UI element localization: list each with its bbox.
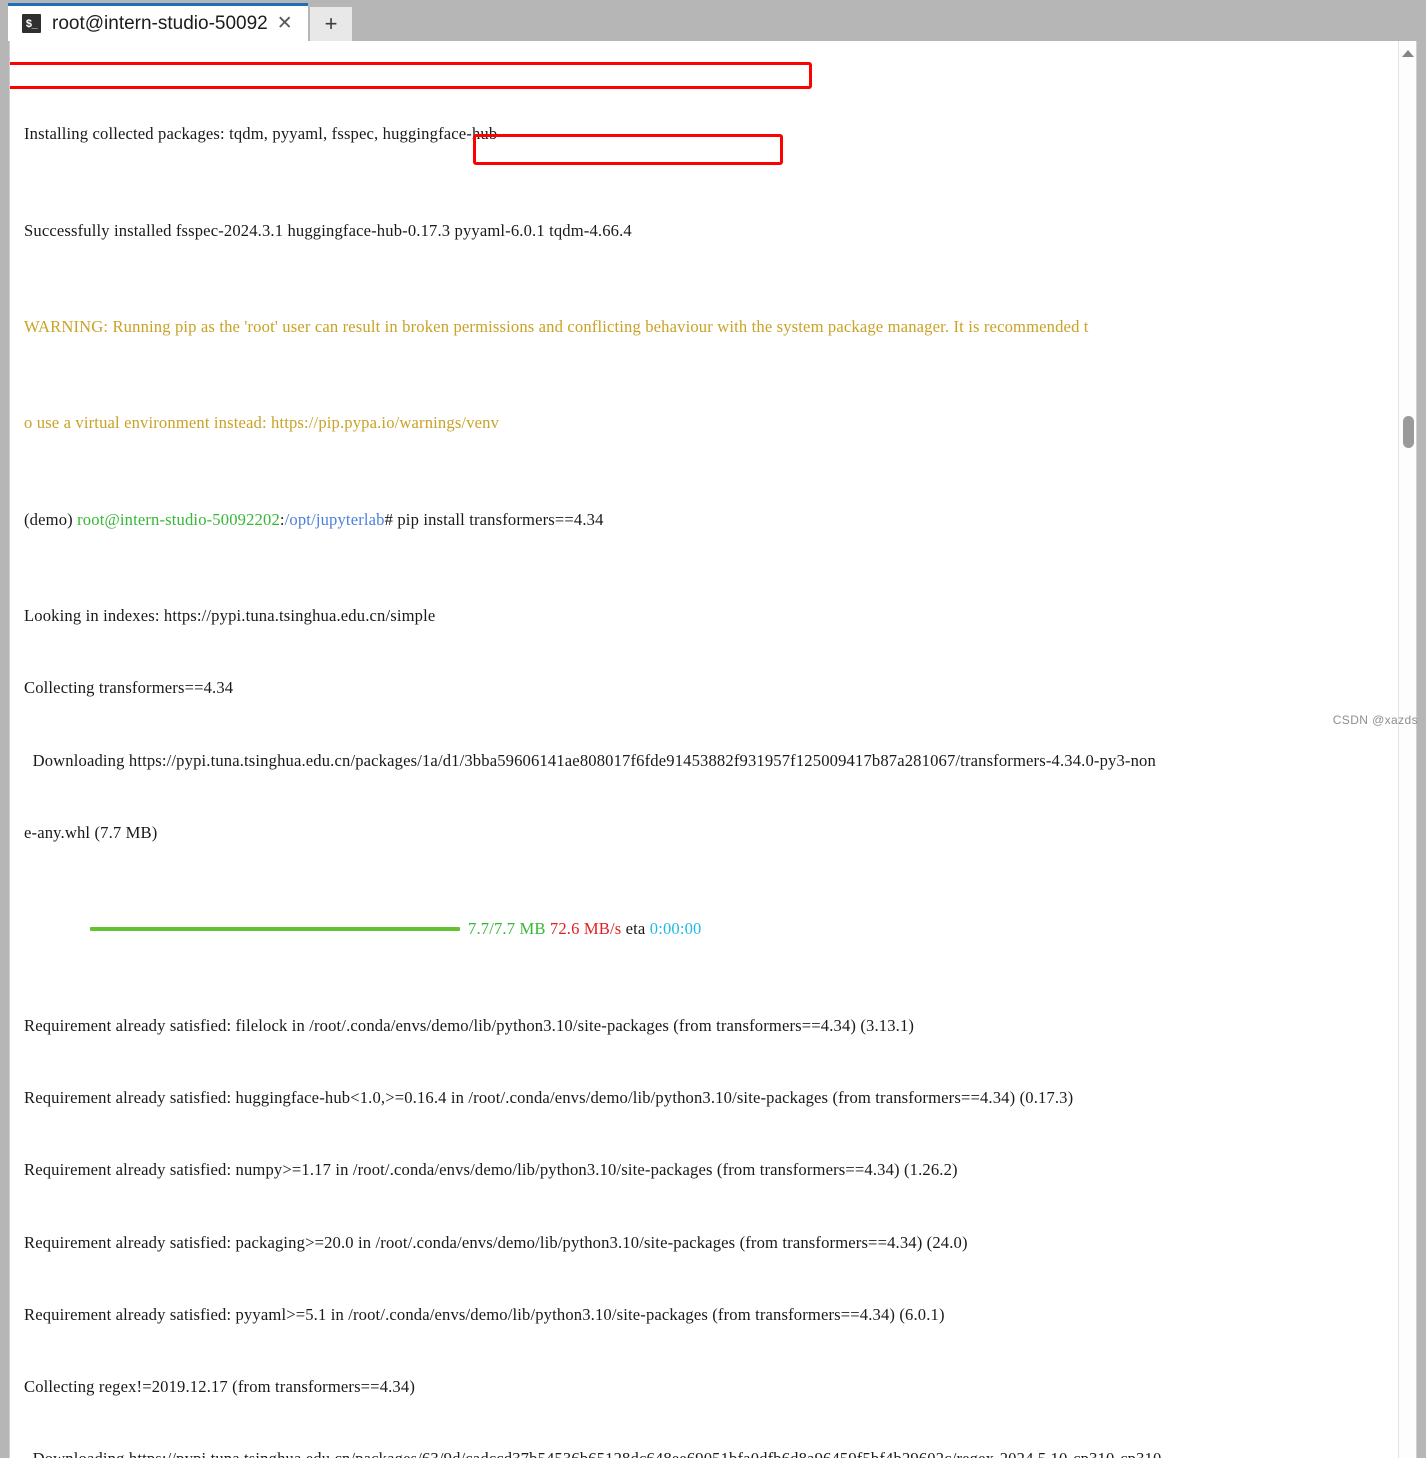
scrollbar-thumb[interactable] [1403, 416, 1414, 448]
progress-bar [90, 927, 460, 932]
progress-eta-label: eta [625, 919, 646, 939]
terminal-line: Looking in indexes: https://pypi.tuna.ts… [24, 606, 436, 626]
terminal-line-success: Successfully installed fsspec-2024.3.1 h… [24, 220, 632, 240]
terminal-line: Downloading https://pypi.tuna.tsinghua.e… [24, 1447, 1398, 1458]
prompt-command: pip install transformers==4.34 [393, 509, 604, 529]
terminal-line: Downloading https://pypi.tuna.tsinghua.e… [24, 750, 1156, 770]
prompt-path: /opt/jupyterlab [284, 509, 385, 529]
progress-size: 7.7/7.7 MB [468, 919, 546, 939]
annotation-box-successfully-installed [10, 62, 812, 89]
terminal-line: Installing collected packages: tqdm, pyy… [24, 124, 498, 144]
terminal-output[interactable]: Installing collected packages: tqdm, pyy… [10, 41, 1398, 1458]
terminal-line: e-any.whl (7.7 MB) [24, 823, 158, 842]
tab-bar: $_ root@intern-studio-50092 ✕ + [0, 0, 1426, 41]
close-icon[interactable]: ✕ [277, 14, 293, 33]
terminal-line: Requirement already satisfied: filelock … [24, 1015, 915, 1035]
scroll-up-arrow-icon[interactable] [1399, 44, 1417, 62]
watermark: CSDN @xazds [1332, 713, 1418, 727]
prompt-symbol: # [384, 509, 394, 529]
progress-eta: 0:00:00 [649, 919, 702, 939]
prompt-user-host: root@intern-studio-50092202 [77, 509, 280, 529]
terminal-window: $_ root@intern-studio-50092 ✕ + Installi… [0, 0, 1426, 1458]
terminal-body-wrapper: Installing collected packages: tqdm, pyy… [0, 41, 1426, 1458]
download-progress-line: 7.7/7.7 MB 72.6 MB/s eta 0:00:00 [24, 917, 1398, 941]
terminal-frame: Installing collected packages: tqdm, pyy… [9, 41, 1417, 1458]
terminal-line: Requirement already satisfied: pyyaml>=5… [24, 1304, 945, 1324]
prompt-env: (demo) [24, 509, 78, 529]
terminal-line: Collecting regex!=2019.12.17 (from trans… [24, 1377, 416, 1397]
progress-speed: 72.6 MB/s [549, 919, 622, 939]
tab-root-intern-studio[interactable]: $_ root@intern-studio-50092 ✕ [8, 3, 308, 41]
terminal-line: Requirement already satisfied: huggingfa… [24, 1088, 1074, 1108]
vertical-scrollbar[interactable] [1398, 41, 1416, 1458]
terminal-prompt-line: (demo) root@intern-studio-50092202:/opt/… [24, 508, 1398, 532]
terminal-line: Collecting transformers==4.34 [24, 678, 234, 698]
new-tab-button[interactable]: + [310, 7, 352, 41]
terminal-icon: $_ [22, 14, 41, 33]
tab-title: root@intern-studio-50092 [52, 12, 268, 34]
terminal-line: Requirement already satisfied: numpy>=1.… [24, 1160, 958, 1180]
terminal-line: Requirement already satisfied: packaging… [24, 1232, 968, 1252]
terminal-line-warning: WARNING: Running pip as the 'root' user … [24, 317, 1089, 337]
terminal-line-warning-cont: o use a virtual environment instead: htt… [24, 413, 500, 433]
